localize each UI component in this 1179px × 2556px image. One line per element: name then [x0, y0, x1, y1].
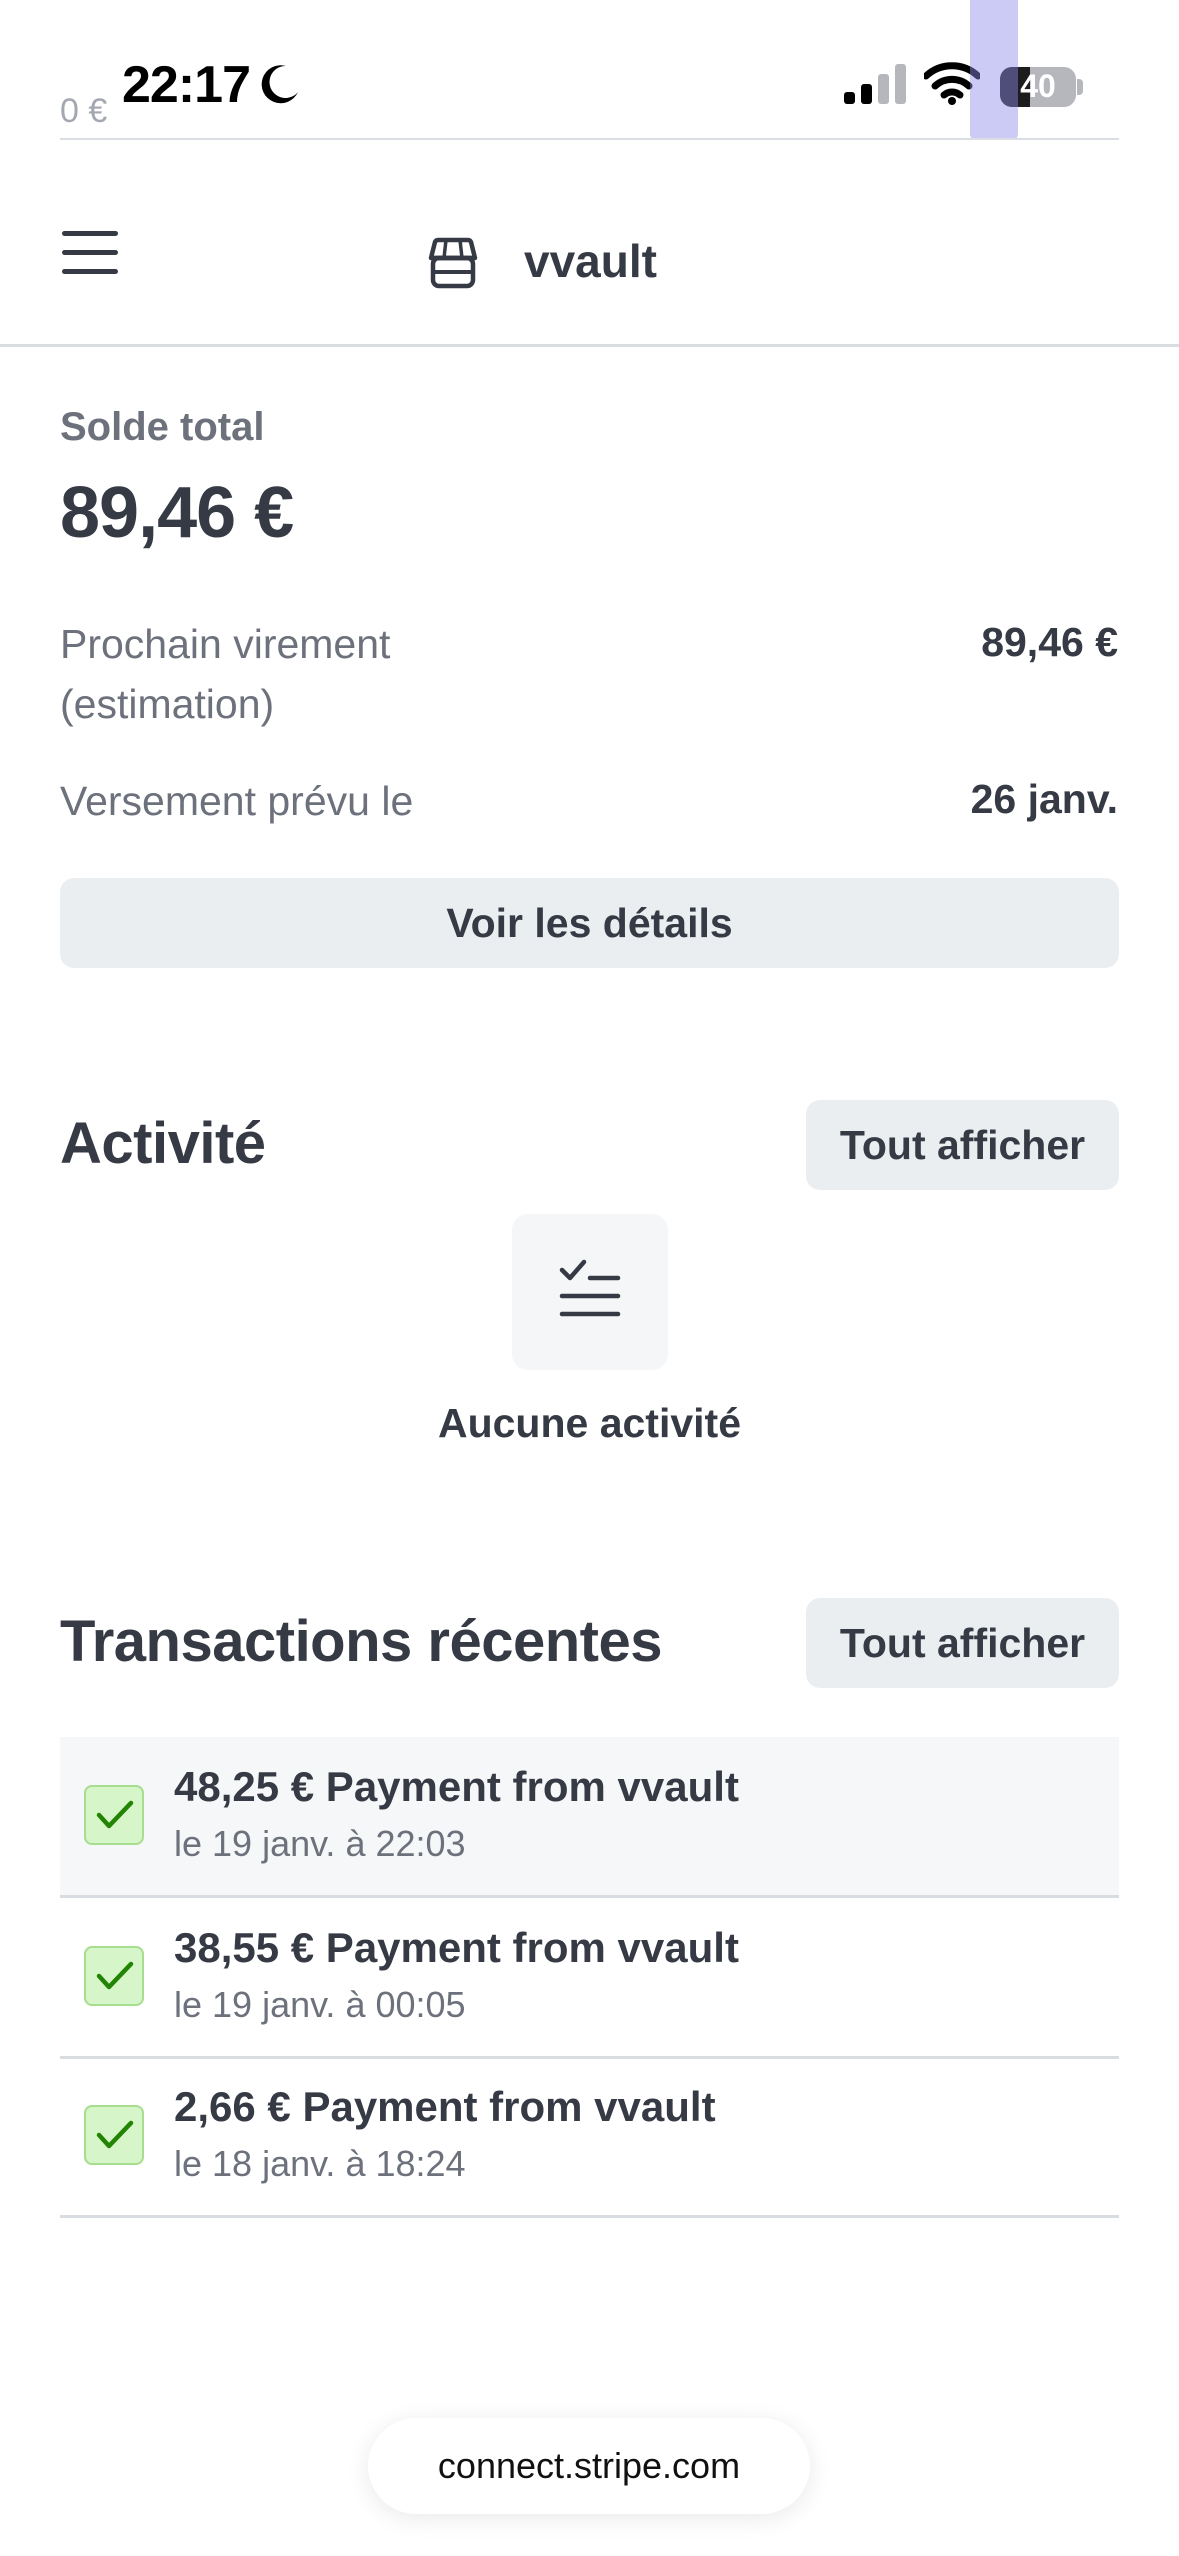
check-icon: [84, 2105, 144, 2165]
next-transfer-label: Prochain virement (estimation): [60, 621, 391, 727]
battery-nub: [1077, 79, 1083, 95]
menu-icon[interactable]: [60, 228, 120, 278]
ghost-amount: 0 €: [60, 92, 108, 130]
check-icon: [84, 1785, 144, 1845]
payout-date-value: 26 janv.: [970, 776, 1118, 822]
header-divider: [0, 344, 1179, 347]
transaction-title: 2,66 € Payment from vvault: [174, 2083, 716, 2130]
transaction-row[interactable]: 38,55 € Payment from vvault le 19 janv. …: [60, 1898, 1119, 2059]
store-icon: [428, 237, 478, 289]
activity-title: Activité: [60, 1111, 266, 1176]
view-details-button[interactable]: Voir les détails: [60, 878, 1119, 968]
transaction-date: le 18 janv. à 18:24: [174, 2143, 466, 2184]
next-transfer-value: 89,46 €: [981, 619, 1118, 665]
transaction-title: 38,55 € Payment from vvault: [174, 1924, 739, 1971]
transaction-date: le 19 janv. à 22:03: [174, 1823, 466, 1864]
transaction-row[interactable]: 48,25 € Payment from vvault le 19 janv. …: [60, 1737, 1119, 1898]
transactions-title: Transactions récentes: [60, 1609, 663, 1674]
checklist-icon: [559, 1259, 621, 1317]
check-icon: [84, 1946, 144, 2006]
brand-name: vvault: [524, 235, 657, 287]
balance-label: Solde total: [60, 405, 265, 449]
divider: [60, 138, 1119, 140]
scroll-indicator: [970, 0, 1018, 140]
signal-icon: [844, 64, 906, 104]
status-time: 22:17: [122, 56, 251, 114]
transaction-row[interactable]: 2,66 € Payment from vvault le 18 janv. à…: [60, 2057, 1119, 2218]
payout-date-label: Versement prévu le: [60, 778, 414, 824]
transaction-title: 48,25 € Payment from vvault: [174, 1763, 739, 1810]
moon-icon: [261, 65, 298, 104]
transaction-date: le 19 janv. à 00:05: [174, 1984, 466, 2025]
balance-value: 89,46 €: [60, 473, 294, 553]
activity-show-all-button[interactable]: Tout afficher: [806, 1100, 1119, 1190]
transactions-show-all-button[interactable]: Tout afficher: [806, 1598, 1119, 1688]
url-bar[interactable]: connect.stripe.com: [368, 2418, 810, 2514]
empty-activity-text: Aucune activité: [437, 1400, 742, 1446]
